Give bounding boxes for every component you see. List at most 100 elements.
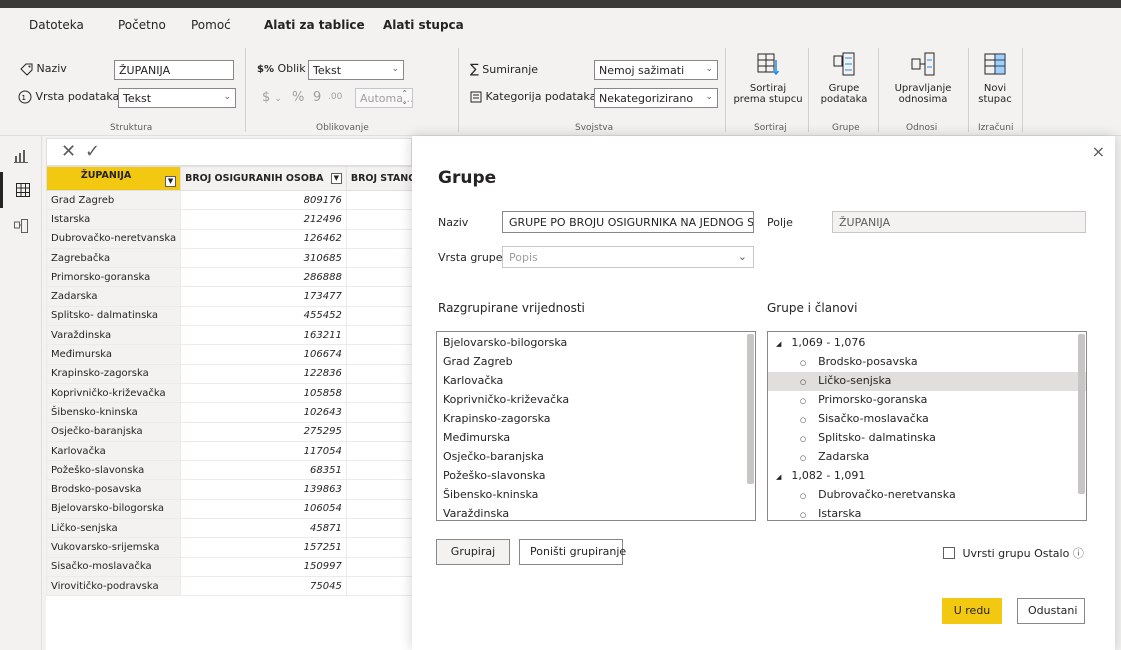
comma-button[interactable]: 9 [313, 90, 321, 105]
cell-zupanija[interactable]: Brodsko-posavska [45, 479, 182, 500]
groups-members-tree[interactable]: ◢ 1,069 - 1,076 ○ Brodsko-posavska ○ Ličko-se… [767, 331, 1087, 521]
column-header-zupanija[interactable]: ŽUPANIJA ▼ [45, 166, 182, 191]
list-item[interactable]: Bjelovarsko-bilogorska [437, 334, 755, 353]
cell-zupanija[interactable]: Bjelovarsko-bilogorska [45, 498, 182, 520]
info-icon[interactable]: ⓘ [1073, 547, 1084, 560]
cell-zupanija[interactable]: Virovitičko-podravska [45, 575, 182, 597]
include-other-row[interactable]: Uvrsti grupu Ostalo ⓘ [943, 545, 1084, 561]
cell-zupanija[interactable]: Ličko-senjska [45, 518, 182, 539]
cell-zupanija[interactable]: Dubrovačko-neretvanska [45, 228, 182, 249]
tree-member[interactable]: ○ Primorsko-goranska [768, 391, 1086, 410]
cell-zupanija[interactable]: Grad Zagreb [45, 189, 182, 211]
sort-by-column-button[interactable]: Sortiraj prema stupcu [733, 52, 803, 105]
cell-insured[interactable]: 126462 [180, 228, 347, 249]
cell-insured[interactable]: 455452 [180, 305, 347, 327]
include-other-checkbox[interactable] [943, 547, 955, 559]
formula-bar[interactable]: ✕ ✓ [46, 138, 412, 166]
group-type-dropdown[interactable]: Popis ⌄ [502, 246, 754, 268]
list-item[interactable]: Varaždinska [437, 505, 755, 520]
decimals-button[interactable]: .00 [328, 92, 342, 102]
cell-zupanija[interactable]: Varaždinska [45, 325, 182, 346]
tree-member[interactable]: ○ Ličko-senjska [768, 372, 1086, 391]
cell-insured[interactable]: 173477 [180, 286, 347, 307]
cell-insured[interactable]: 102643 [180, 402, 347, 423]
currency-button[interactable]: $ ⌄ [262, 90, 282, 105]
datatype-dropdown[interactable]: Tekst ⌄ [118, 88, 236, 108]
cell-zupanija[interactable]: Šibensko-kninska [45, 402, 182, 423]
list-item[interactable]: Osječko-baranjska [437, 448, 755, 467]
filter-dropdown-icon[interactable]: ▼ [165, 176, 177, 187]
cell-insured[interactable]: 212496 [180, 209, 347, 230]
list-item[interactable]: Šibensko-kninska [437, 486, 755, 505]
cell-zupanija[interactable]: Zadarska [45, 286, 182, 307]
list-item[interactable]: Međimurska [437, 429, 755, 448]
cell-zupanija[interactable]: Splitsko- dalmatinska [45, 305, 182, 327]
cell-insured[interactable]: 150997 [180, 556, 347, 577]
ungroup-button[interactable]: Poništi grupiranje [519, 539, 626, 565]
manage-relationships-button[interactable]: Upravljanje odnosima [884, 52, 962, 105]
new-column-button[interactable]: Novi stupac [974, 52, 1016, 105]
model-view-button[interactable] [0, 208, 42, 244]
list-item[interactable]: Grad Zagreb [437, 353, 755, 372]
cell-insured[interactable]: 106054 [180, 498, 347, 520]
tab-home[interactable]: Početno [118, 18, 166, 32]
cell-zupanija[interactable]: Primorsko-goranska [45, 267, 182, 288]
cell-insured[interactable]: 163211 [180, 325, 347, 346]
cell-zupanija[interactable]: Vukovarsko-srijemska [45, 537, 182, 558]
summarize-dropdown[interactable]: Nemoj sažimati ⌄ [594, 60, 718, 80]
ok-button[interactable]: U redu [942, 598, 1002, 624]
ungrouped-values-list[interactable]: Bjelovarsko-bilogorska Grad Zagreb Karlova… [436, 331, 756, 521]
tree-member[interactable]: ○ Brodsko-posavska [768, 353, 1086, 372]
cell-zupanija[interactable]: Istarska [45, 209, 182, 230]
filter-dropdown-icon[interactable]: ▼ [330, 173, 342, 184]
decimal-places-stepper[interactable]: Automa... ⌃ ⌄ [355, 88, 413, 108]
tree-member[interactable]: ○ Dubrovačko-neretvanska [768, 486, 1086, 505]
expand-triangle-icon[interactable]: ◢ [776, 473, 781, 481]
cell-zupanija[interactable]: Krapinsko-zagorska [45, 363, 182, 384]
tree-member[interactable]: ○ Splitsko- dalmatinska [768, 429, 1086, 448]
cell-insured[interactable]: 275295 [180, 421, 347, 442]
tree-group[interactable]: ◢ 1,069 - 1,076 [768, 334, 1086, 353]
scrollbar[interactable] [1078, 334, 1085, 494]
tab-file[interactable]: Datoteka [29, 18, 84, 32]
tree-member[interactable]: ○ Sisačko-moslavačka [768, 410, 1086, 429]
column-header-insured[interactable]: BROJ OSIGURANIH OSOBA ▼ [180, 166, 347, 191]
list-item[interactable]: Karlovačka [437, 372, 755, 391]
cell-insured[interactable]: 75045 [180, 575, 347, 597]
cell-zupanija[interactable]: Međimurska [45, 344, 182, 365]
cell-insured[interactable]: 117054 [180, 440, 347, 462]
cell-insured[interactable]: 809176 [180, 189, 347, 211]
cell-zupanija[interactable]: Zagrebačka [45, 247, 182, 269]
tree-group[interactable]: ◢ 1,082 - 1,091 [768, 467, 1086, 486]
close-icon[interactable]: × [1092, 142, 1105, 161]
tree-member[interactable]: ○ Istarska [768, 505, 1086, 520]
list-item[interactable]: Krapinsko-zagorska [437, 410, 755, 429]
cancel-formula-icon[interactable]: ✕ [61, 141, 76, 162]
cell-insured[interactable]: 105858 [180, 382, 347, 404]
group-name-input[interactable]: GRUPE PO BROJU OSIGURNIKA NA JEDNOG STA [502, 211, 754, 233]
cell-insured[interactable]: 286888 [180, 267, 347, 288]
scrollbar[interactable] [747, 334, 754, 484]
tree-member[interactable]: ○ Zadarska [768, 448, 1086, 467]
percent-button[interactable]: % [292, 90, 304, 105]
cell-zupanija[interactable]: Požeško-slavonska [45, 460, 182, 481]
cell-insured[interactable]: 45871 [180, 518, 347, 539]
list-item[interactable]: Koprivničko-križevačka [437, 391, 755, 410]
cell-insured[interactable]: 68351 [180, 460, 347, 481]
tab-table-tools[interactable]: Alati za tablice [264, 18, 365, 32]
list-item[interactable]: Požeško-slavonska [437, 467, 755, 486]
cancel-button[interactable]: Odustani [1017, 598, 1085, 624]
cell-insured[interactable]: 157251 [180, 537, 347, 558]
tab-column-tools[interactable]: Alati stupca [383, 18, 464, 32]
column-name-input[interactable]: ŽUPANIJA [114, 60, 234, 80]
cell-zupanija[interactable]: Koprivničko-križevačka [45, 382, 182, 404]
cell-insured[interactable]: 139863 [180, 479, 347, 500]
expand-triangle-icon[interactable]: ◢ [776, 340, 781, 348]
tab-help[interactable]: Pomoć [191, 18, 231, 32]
cell-zupanija[interactable]: Sisačko-moslavačka [45, 556, 182, 577]
format-dropdown[interactable]: Tekst ⌄ [308, 60, 404, 80]
cell-insured[interactable]: 106674 [180, 344, 347, 365]
cell-insured[interactable]: 122836 [180, 363, 347, 384]
group-button[interactable]: Grupiraj [436, 539, 510, 565]
report-view-button[interactable] [0, 138, 42, 174]
